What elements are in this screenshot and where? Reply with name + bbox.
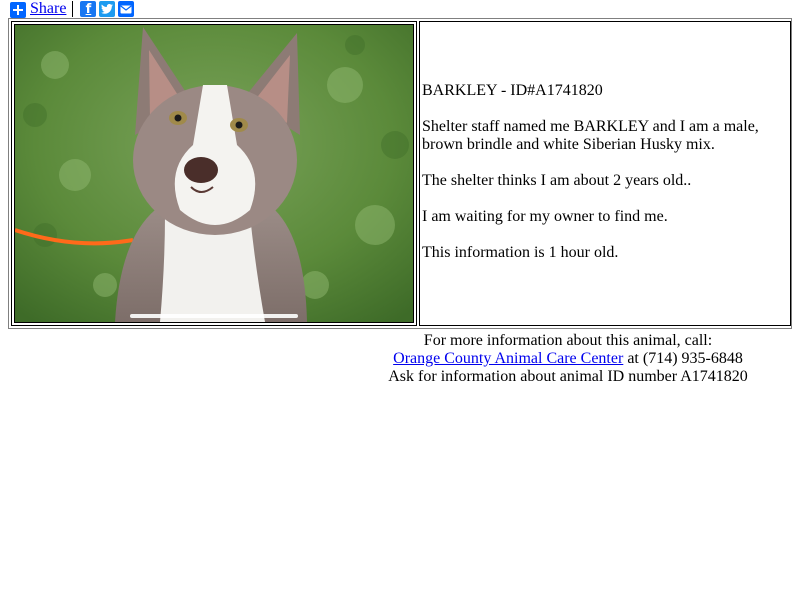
info-freshness: This information is 1 hour old. xyxy=(422,244,619,261)
envelope-glyph xyxy=(120,5,133,13)
contact-footer: For more information about this animal, … xyxy=(368,332,768,386)
shelter-link[interactable]: Orange County Animal Care Center xyxy=(393,350,623,367)
contact-line: Orange County Animal Care Center at (714… xyxy=(368,350,768,368)
email-icon[interactable] xyxy=(118,1,135,17)
twitter-bird-glyph xyxy=(101,4,114,14)
share-bar: Share f xyxy=(10,0,137,18)
dog-photo-illustration xyxy=(15,25,413,322)
share-label: Share xyxy=(30,0,67,17)
animal-id-note: Ask for information about animal ID numb… xyxy=(388,368,748,385)
animal-table: BARKLEY - ID#A1741820 Shelter staff name… xyxy=(8,18,792,329)
animal-title: BARKLEY - ID#A1741820 xyxy=(422,82,603,99)
animal-info: BARKLEY - ID#A1741820 Shelter staff name… xyxy=(422,82,782,280)
shelter-phone: at (714) 935-6848 xyxy=(623,350,743,367)
plus-icon xyxy=(10,1,26,18)
share-button[interactable]: Share xyxy=(10,0,66,18)
photo-cell xyxy=(11,21,417,326)
twitter-icon[interactable] xyxy=(99,1,116,17)
animal-photo xyxy=(14,24,414,323)
facebook-icon[interactable]: f xyxy=(80,1,97,17)
contact-intro: For more information about this animal, … xyxy=(423,332,713,349)
info-cell: BARKLEY - ID#A1741820 Shelter staff name… xyxy=(419,21,791,326)
animal-description: Shelter staff named me BARKLEY and I am … xyxy=(422,118,759,153)
animal-age: The shelter thinks I am about 2 years ol… xyxy=(422,172,692,189)
divider xyxy=(72,1,74,17)
animal-status: I am waiting for my owner to find me. xyxy=(422,208,668,225)
